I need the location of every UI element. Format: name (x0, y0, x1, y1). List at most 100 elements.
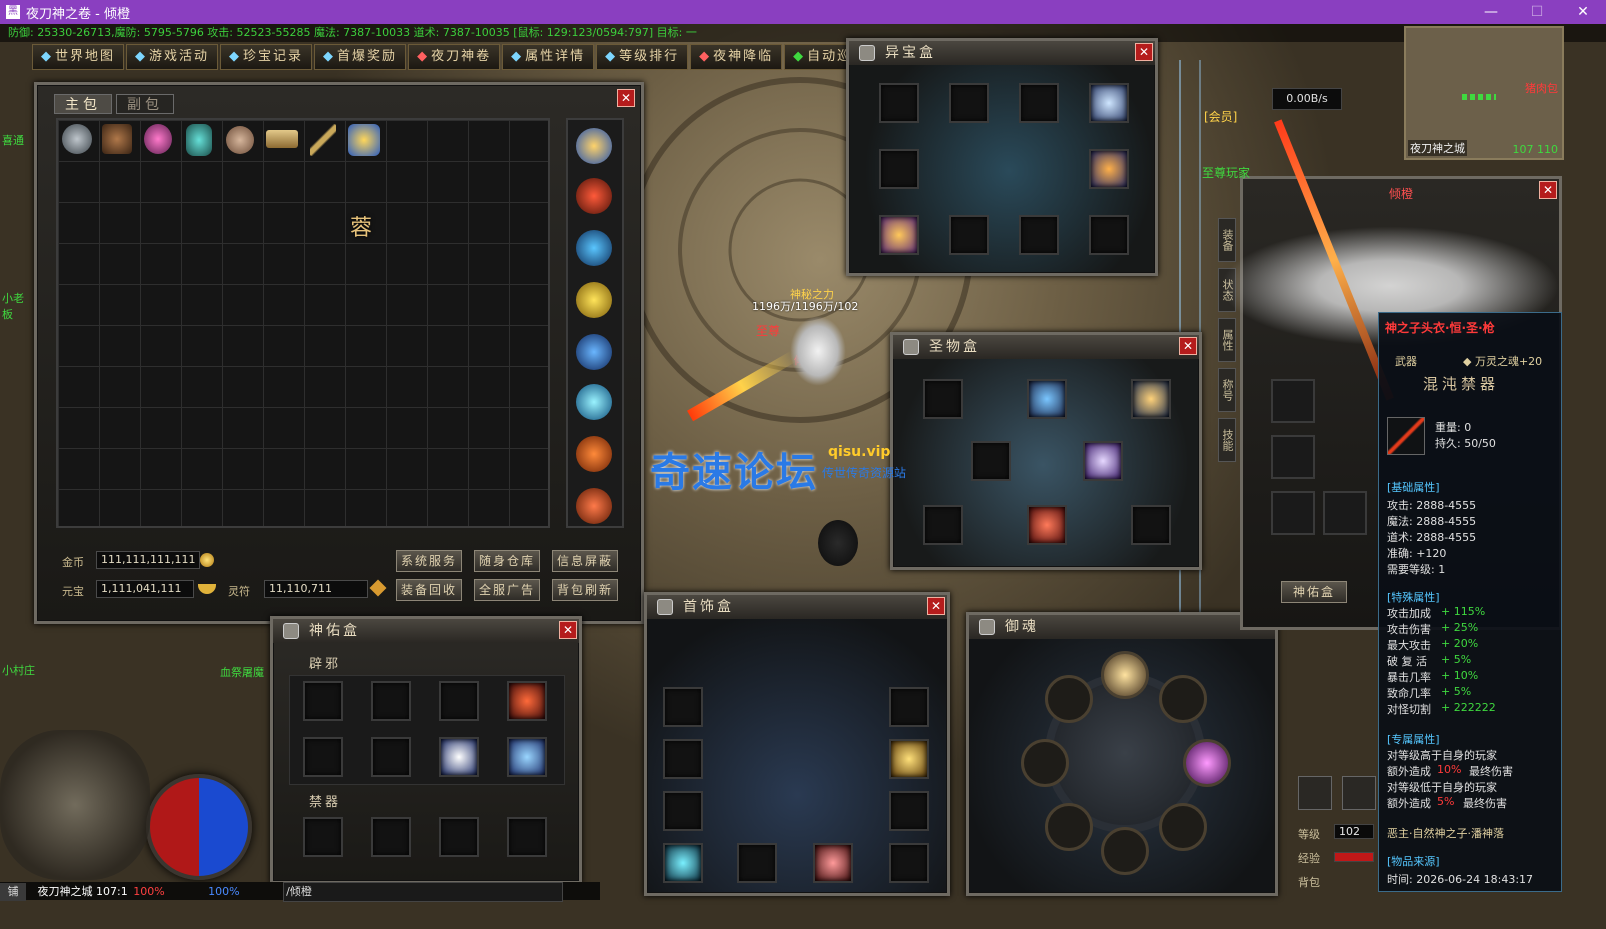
bag-refresh-button[interactable]: 背包刷新 (552, 579, 618, 601)
equip-icon-3[interactable] (576, 230, 612, 266)
bixie-slot[interactable] (303, 681, 343, 721)
menu-night-scroll[interactable]: ◆ 夜刀神卷 (408, 44, 501, 70)
character-slot[interactable] (1271, 435, 1315, 479)
shengwu-slot[interactable] (1027, 505, 1067, 545)
yibao-close-button[interactable]: ✕ (1135, 43, 1153, 61)
bag-item-2[interactable] (102, 124, 132, 154)
quick-slot-2[interactable] (1342, 776, 1376, 810)
server-ad-button[interactable]: 全服广告 (474, 579, 540, 601)
character-tab-label[interactable]: 倾橙 (1389, 185, 1413, 202)
shenyou-close-button[interactable]: ✕ (559, 621, 577, 639)
menu-treasure-log[interactable]: ◆ 珍宝记录 (220, 44, 313, 70)
shoushi-slot[interactable] (889, 687, 929, 727)
bixie-slot[interactable] (507, 737, 547, 777)
jinqi-slot[interactable] (303, 817, 343, 857)
shengwu-slot[interactable] (1131, 505, 1171, 545)
left-edge-label[interactable]: 小老板 (2, 290, 32, 322)
yibao-slot[interactable] (879, 83, 919, 123)
yuhun-slot[interactable] (1101, 827, 1149, 875)
yibao-slot[interactable] (1019, 83, 1059, 123)
system-service-button[interactable]: 系统服务 (396, 550, 462, 572)
yibao-slot[interactable] (1089, 149, 1129, 189)
shenyou-box-button[interactable]: 神佑盒 (1281, 581, 1347, 603)
shoushi-slot[interactable] (737, 843, 777, 883)
player-sprite[interactable] (790, 316, 846, 386)
character-slot[interactable] (1271, 491, 1315, 535)
yuhun-slot[interactable] (1101, 651, 1149, 699)
shengwu-slot[interactable] (1131, 379, 1171, 419)
npc-vip-label[interactable]: [会员] (1204, 108, 1237, 125)
bag-grid[interactable] (56, 118, 550, 528)
yibao-slot[interactable] (879, 215, 919, 255)
bixie-slot[interactable] (371, 681, 411, 721)
menu-game-events[interactable]: ◆ 游戏活动 (126, 44, 219, 70)
character-slot[interactable] (1323, 491, 1367, 535)
yibao-slot[interactable] (1089, 215, 1129, 255)
menu-ranking[interactable]: ◆ 等级排行 (596, 44, 689, 70)
bag-item-3[interactable] (144, 124, 172, 154)
bag-item-7[interactable] (310, 124, 336, 156)
quick-slot-1[interactable] (1298, 776, 1332, 810)
shoushi-slot[interactable] (889, 739, 929, 779)
bag-close-button[interactable]: ✕ (617, 89, 635, 107)
bag-item-glyph[interactable]: 蓉 (350, 210, 372, 242)
bixie-slot[interactable] (303, 737, 343, 777)
npc-supreme-label[interactable]: 至尊玩家 (1202, 164, 1250, 181)
menu-attributes[interactable]: ◆ 属性详情 (502, 44, 595, 70)
yuhun-slot[interactable] (1183, 739, 1231, 787)
left-edge-label[interactable]: 喜通 (2, 132, 30, 148)
portable-storage-button[interactable]: 随身仓库 (474, 550, 540, 572)
bag-item-8[interactable] (348, 124, 380, 156)
shengwu-slot[interactable] (1027, 379, 1067, 419)
side-tab-title[interactable]: 称号 (1218, 368, 1236, 412)
menu-world-map[interactable]: ◆ 世界地图 (32, 44, 125, 70)
equip-icon-6[interactable] (576, 384, 612, 420)
equip-recycle-button[interactable]: 装备回收 (396, 579, 462, 601)
tab-main-bag[interactable]: 主包 (54, 94, 112, 114)
shoushi-slot[interactable] (663, 687, 703, 727)
tab-sub-bag[interactable]: 副包 (116, 94, 174, 114)
shengwu-slot[interactable] (923, 505, 963, 545)
menu-first-drop[interactable]: ◆ 首爆奖励 (314, 44, 407, 70)
chat-input[interactable]: /倾橙 (283, 882, 564, 902)
equip-icon-8[interactable] (576, 488, 612, 524)
shoushi-slot[interactable] (663, 843, 703, 883)
shengwu-slot[interactable] (1083, 441, 1123, 481)
yuhun-slot[interactable] (1021, 739, 1069, 787)
equip-icon-1[interactable] (576, 128, 612, 164)
shop-button[interactable]: 铺 (0, 883, 26, 901)
shengwu-close-button[interactable]: ✕ (1179, 337, 1197, 355)
yuhun-slot[interactable] (1159, 675, 1207, 723)
info-block-button[interactable]: 信息屏蔽 (552, 550, 618, 572)
character-slot[interactable] (1271, 379, 1315, 423)
bag-item-6[interactable] (266, 130, 298, 148)
equip-icon-4[interactable] (576, 282, 612, 318)
yibao-slot[interactable] (879, 149, 919, 189)
menu-night-god[interactable]: ◆ 夜神降临 (690, 44, 783, 70)
side-tab-skill[interactable]: 技能 (1218, 418, 1236, 462)
yibao-slot[interactable] (949, 215, 989, 255)
bixie-slot[interactable] (439, 681, 479, 721)
npc-bottom-label[interactable]: 血祭屠魔 (220, 664, 264, 680)
shoushi-close-button[interactable]: ✕ (927, 597, 945, 615)
yibao-slot[interactable] (949, 83, 989, 123)
yuhun-slot[interactable] (1045, 803, 1093, 851)
maximize-button[interactable]: ☐ (1514, 0, 1560, 24)
bixie-slot[interactable] (371, 737, 411, 777)
equip-icon-2[interactable] (576, 178, 612, 214)
equip-icon-7[interactable] (576, 436, 612, 472)
yuhun-slot[interactable] (1159, 803, 1207, 851)
left-edge-label[interactable]: 小村庄 (2, 662, 36, 678)
close-window-button[interactable]: ✕ (1560, 0, 1606, 24)
minimize-button[interactable]: — (1468, 0, 1514, 24)
character-close-button[interactable]: ✕ (1539, 181, 1557, 199)
yuhun-slot[interactable] (1045, 675, 1093, 723)
bag-item-5[interactable] (226, 126, 254, 154)
bixie-slot[interactable] (439, 737, 479, 777)
equip-icon-5[interactable] (576, 334, 612, 370)
bixie-slot[interactable] (507, 681, 547, 721)
yibao-slot[interactable] (1089, 83, 1129, 123)
shengwu-slot[interactable] (971, 441, 1011, 481)
yibao-slot[interactable] (1019, 215, 1059, 255)
jinqi-slot[interactable] (371, 817, 411, 857)
